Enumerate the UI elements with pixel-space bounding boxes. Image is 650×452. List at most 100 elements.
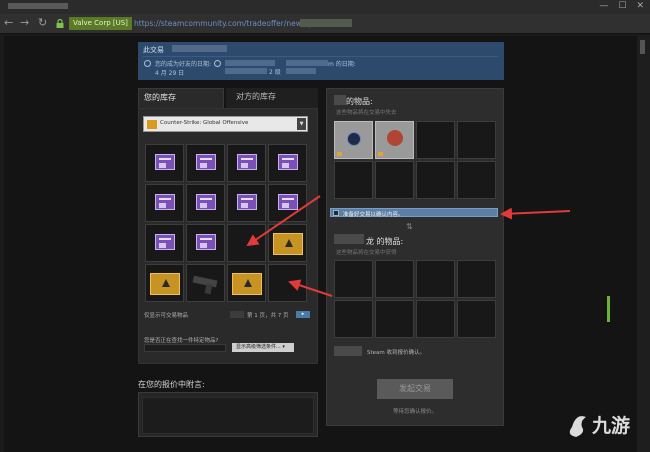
make-offer-button[interactable]: 发起交易 — [377, 379, 453, 399]
coin-icon — [347, 132, 361, 146]
their-items-title: 龙 的物品: — [366, 237, 404, 246]
game-select-dropdown[interactable]: Counter-Strike: Global Offensive ▼ — [143, 116, 308, 132]
my-items-title: 的物品: — [346, 97, 373, 106]
trade-slot[interactable] — [457, 161, 496, 199]
my-items-subtitle: 这些物品将在交易中失去 — [336, 110, 397, 116]
trade-slot[interactable] — [416, 260, 455, 298]
inventory-slot[interactable] — [145, 224, 184, 262]
operation-pass-icon — [155, 154, 175, 170]
operation-pass-icon — [155, 234, 175, 250]
swap-icon: ⇅ — [406, 222, 413, 231]
inventory-slot[interactable] — [186, 144, 225, 182]
inventory-slot[interactable] — [186, 184, 225, 222]
close-icon[interactable]: ✕ — [636, 1, 644, 11]
back-icon[interactable]: ← — [4, 17, 13, 29]
info-redacted — [225, 68, 267, 74]
trade-slot[interactable] — [416, 121, 455, 159]
inventory-slot[interactable] — [268, 264, 307, 302]
prev-page-button[interactable] — [230, 311, 244, 318]
minimize-icon[interactable]: — — [599, 1, 608, 11]
chevron-down-icon[interactable]: ▼ — [297, 118, 306, 130]
ev-certificate-badge[interactable]: Valve Corp [US] — [69, 17, 132, 30]
trade-slot[interactable] — [457, 121, 496, 159]
advanced-filter-button[interactable]: 显示高级筛选条件... ▾ — [232, 343, 294, 352]
operation-pass-icon — [237, 194, 257, 210]
trade-slot[interactable] — [416, 300, 455, 338]
inventory-slot[interactable] — [227, 264, 266, 302]
maximize-icon[interactable]: ☐ — [618, 1, 626, 11]
trade-slot[interactable] — [457, 260, 496, 298]
partner-name-redacted — [334, 234, 364, 244]
note-label: 在您的报价中附言: — [138, 380, 205, 389]
steam-confirm-text: Steam 收到报价确认。 — [367, 350, 426, 356]
trade-slot[interactable] — [334, 260, 373, 298]
clock-icon — [214, 60, 221, 67]
confirm-hint: 等待您确认报价。 — [393, 409, 438, 415]
their-items-subtitle: 这些物品将在交易中获得 — [336, 250, 397, 256]
inventory-grid — [145, 144, 310, 304]
item-tag-icon — [378, 152, 383, 156]
window-controls: — ☐ ✕ — [599, 1, 644, 11]
trade-slot[interactable] — [375, 121, 414, 159]
ready-to-trade-bar[interactable]: 准备好交易以确认内容。 — [330, 208, 498, 218]
note-textarea[interactable] — [142, 397, 314, 434]
trade-slot[interactable] — [375, 161, 414, 199]
operation-pass-icon — [196, 194, 216, 210]
trade-header: 此交易 您的成为好友的日期: 4 月 29 日 2 级 m 的日期: — [138, 42, 504, 80]
inventory-slot[interactable] — [268, 144, 307, 182]
game-name: Counter-Strike: Global Offensive — [160, 120, 249, 126]
since-value: m 的日期: — [328, 61, 356, 68]
user-icon — [144, 60, 151, 67]
weapon-case-icon — [232, 273, 262, 295]
trade-slot[interactable] — [375, 260, 414, 298]
trade-slot[interactable] — [334, 161, 373, 199]
pistol-icon — [192, 275, 218, 288]
ball-icon — [387, 130, 403, 146]
item-search-input[interactable] — [144, 344, 226, 352]
inventory-slot[interactable] — [145, 184, 184, 222]
inventory-slot[interactable] — [186, 224, 225, 262]
inventory-slot[interactable] — [227, 224, 266, 262]
inventory-slot[interactable] — [145, 264, 184, 302]
scroll-indicator — [607, 296, 610, 322]
watermark-logo: 九游 — [569, 414, 630, 437]
inventory-slot[interactable] — [227, 144, 266, 182]
browser-navbar: ← → ↻ Valve Corp [US] https://steamcommu… — [0, 14, 650, 34]
joined-value: 4 月 29 日 — [155, 70, 185, 77]
operation-pass-icon — [155, 194, 175, 210]
trade-slot[interactable] — [334, 300, 373, 338]
scrollbar-thumb[interactable] — [640, 40, 645, 54]
url-redacted — [300, 19, 352, 27]
tab-my-inventory[interactable]: 您的库存 — [138, 88, 224, 108]
inventory-slot[interactable] — [227, 184, 266, 222]
tab-their-inventory[interactable]: 对方的库存 — [226, 88, 318, 108]
operation-pass-icon — [278, 194, 298, 210]
trade-slot[interactable] — [457, 300, 496, 338]
forward-icon[interactable]: → — [20, 17, 29, 29]
level-value: 2 级 — [269, 69, 281, 76]
page-indicator: 第 1 页，共 7 页 — [247, 313, 289, 319]
window-title-redacted — [8, 3, 68, 9]
operation-pass-icon — [196, 154, 216, 170]
inventory-slot[interactable] — [268, 184, 307, 222]
watermark-text: 九游 — [591, 414, 630, 437]
trade-slot[interactable] — [416, 161, 455, 199]
ready-text: 准备好交易以确认内容。 — [343, 212, 404, 218]
trade-slot[interactable] — [375, 300, 414, 338]
weapon-case-icon — [150, 273, 180, 295]
page-background — [4, 36, 638, 452]
ready-checkbox[interactable] — [333, 210, 339, 216]
show-tradable-label: 仅显示可交易物品 — [144, 313, 189, 319]
inventory-slot[interactable] — [268, 224, 307, 262]
partner-label: 此交易 — [143, 46, 164, 54]
trade-slot[interactable] — [334, 121, 373, 159]
find-item-question: 您是否正在查找一件特定物品? — [144, 338, 219, 344]
avatar-redacted — [334, 95, 346, 105]
inventory-slot[interactable] — [186, 264, 225, 302]
reload-icon[interactable]: ↻ — [38, 17, 47, 29]
header-divider — [143, 56, 498, 57]
next-page-button[interactable]: ▸ — [296, 311, 310, 318]
operation-pass-icon — [196, 234, 216, 250]
page-scrollbar[interactable] — [637, 36, 650, 452]
inventory-slot[interactable] — [145, 144, 184, 182]
